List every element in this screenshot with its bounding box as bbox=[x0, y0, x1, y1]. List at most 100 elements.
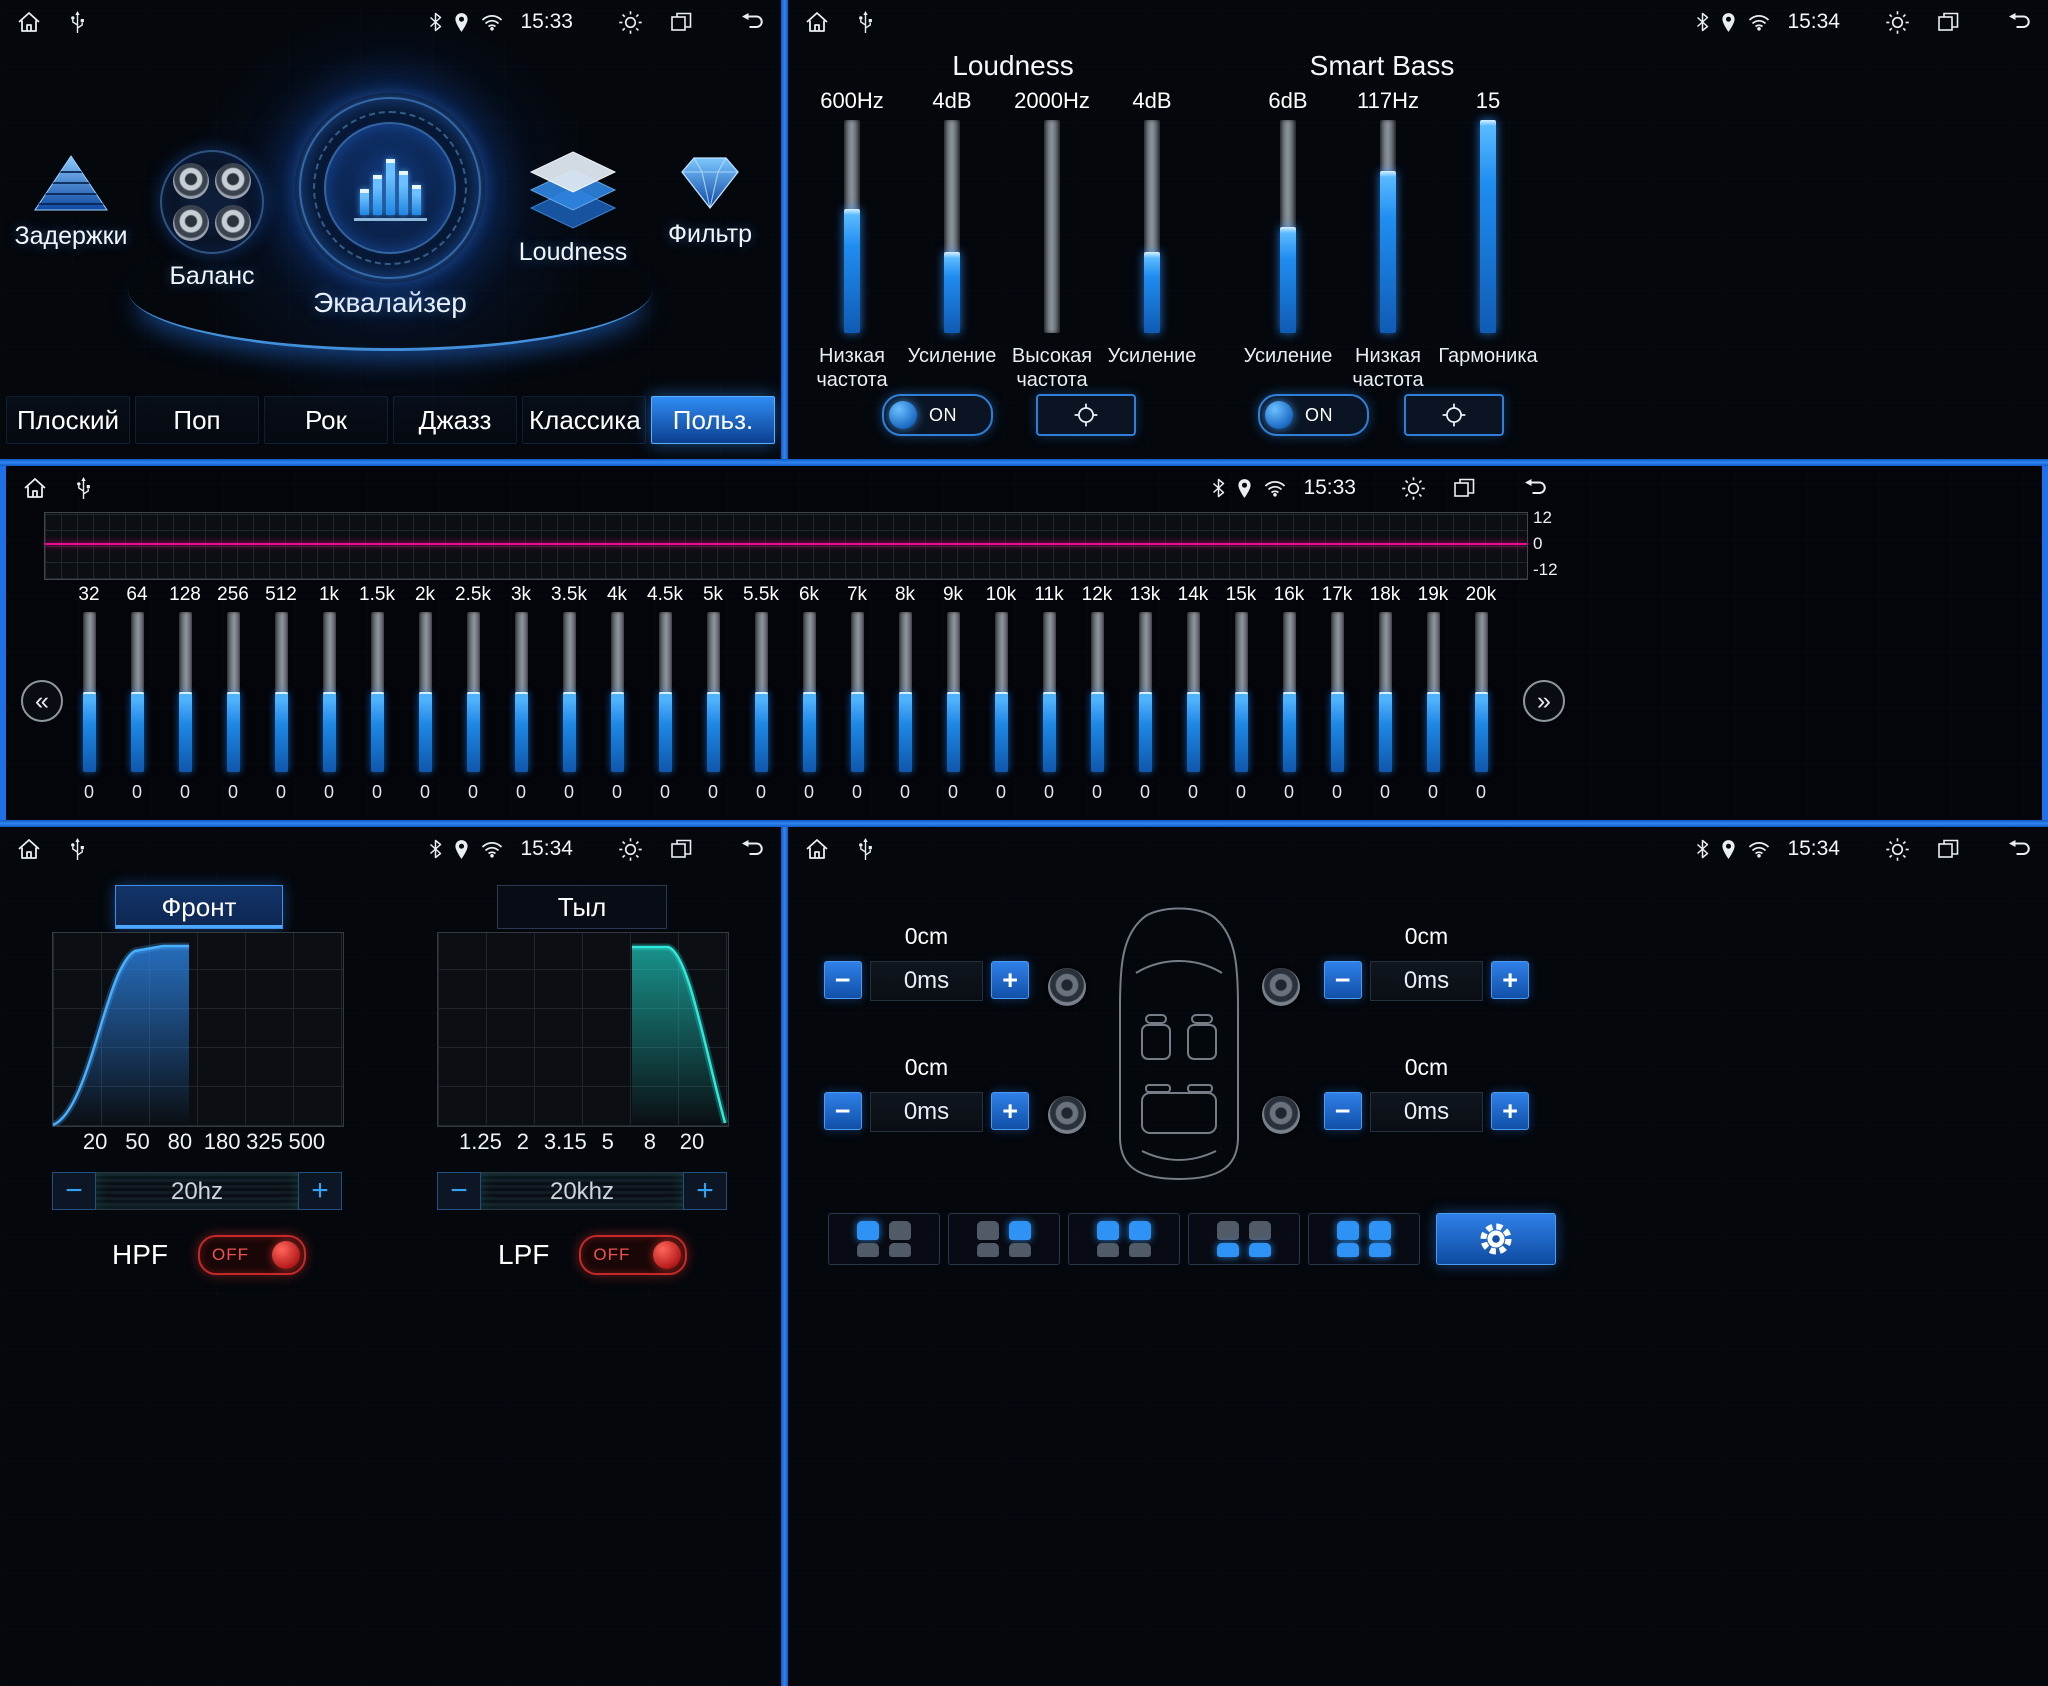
preset-button[interactable]: Плоский bbox=[6, 396, 130, 444]
brightness-icon[interactable] bbox=[1401, 476, 1426, 501]
vertical-slider[interactable]: 6dB Усиление bbox=[1242, 88, 1334, 392]
band-slider[interactable] bbox=[467, 612, 480, 772]
eq-band[interactable]: 17k 0 bbox=[1313, 584, 1361, 803]
band-slider[interactable] bbox=[515, 612, 528, 772]
band-slider[interactable] bbox=[1187, 612, 1200, 772]
back-icon[interactable] bbox=[2006, 12, 2032, 32]
delay-plus-button[interactable]: + bbox=[991, 1092, 1029, 1130]
band-slider[interactable] bbox=[1091, 612, 1104, 772]
home-icon[interactable] bbox=[16, 836, 42, 862]
eq-band[interactable]: 32 0 bbox=[65, 584, 113, 803]
band-slider[interactable] bbox=[1283, 612, 1296, 772]
band-slider[interactable] bbox=[1331, 612, 1344, 772]
eq-band[interactable]: 18k 0 bbox=[1361, 584, 1409, 803]
eq-band[interactable]: 64 0 bbox=[113, 584, 161, 803]
slider-track[interactable] bbox=[844, 120, 860, 333]
band-slider[interactable] bbox=[275, 612, 288, 772]
hpf-minus-button[interactable]: − bbox=[52, 1172, 96, 1210]
settings-button[interactable] bbox=[1436, 1213, 1556, 1265]
home-icon[interactable] bbox=[804, 9, 830, 35]
menu-item-equalizer-selected[interactable]: Эквалайзер bbox=[270, 93, 510, 319]
eq-band[interactable]: 4.5k 0 bbox=[641, 584, 689, 803]
recent-apps-icon[interactable] bbox=[669, 837, 693, 861]
band-slider[interactable] bbox=[947, 612, 960, 772]
tab-front[interactable]: Фронт bbox=[115, 885, 283, 929]
eq-band[interactable]: 2k 0 bbox=[401, 584, 449, 803]
eq-band[interactable]: 256 0 bbox=[209, 584, 257, 803]
slider-track[interactable] bbox=[1280, 120, 1296, 333]
eq-band[interactable]: 13k 0 bbox=[1121, 584, 1169, 803]
eq-band[interactable]: 3k 0 bbox=[497, 584, 545, 803]
slider-track[interactable] bbox=[944, 120, 960, 333]
smart-bass-on-toggle[interactable]: ON bbox=[1258, 394, 1369, 436]
brightness-icon[interactable] bbox=[618, 10, 643, 35]
delay-plus-button[interactable]: + bbox=[1491, 1092, 1529, 1130]
eq-band[interactable]: 128 0 bbox=[161, 584, 209, 803]
band-slider[interactable] bbox=[755, 612, 768, 772]
loudness-reset-button[interactable] bbox=[1036, 394, 1136, 436]
eq-band[interactable]: 3.5k 0 bbox=[545, 584, 593, 803]
back-icon[interactable] bbox=[2006, 839, 2032, 859]
band-slider[interactable] bbox=[227, 612, 240, 772]
brightness-icon[interactable] bbox=[1885, 10, 1910, 35]
home-icon[interactable] bbox=[22, 475, 48, 501]
band-slider[interactable] bbox=[371, 612, 384, 772]
band-slider[interactable] bbox=[1235, 612, 1248, 772]
band-slider[interactable] bbox=[707, 612, 720, 772]
listener-position-button[interactable] bbox=[828, 1213, 940, 1265]
vertical-slider[interactable]: 4dB Усиление bbox=[1106, 88, 1198, 392]
eq-band[interactable]: 12k 0 bbox=[1073, 584, 1121, 803]
eq-band[interactable]: 11k 0 bbox=[1025, 584, 1073, 803]
scroll-right-button[interactable]: » bbox=[1523, 680, 1565, 722]
band-slider[interactable] bbox=[563, 612, 576, 772]
band-slider[interactable] bbox=[1379, 612, 1392, 772]
band-slider[interactable] bbox=[1427, 612, 1440, 772]
listener-position-button[interactable] bbox=[1188, 1213, 1300, 1265]
listener-position-button[interactable] bbox=[1068, 1213, 1180, 1265]
band-slider[interactable] bbox=[419, 612, 432, 772]
band-slider[interactable] bbox=[611, 612, 624, 772]
recent-apps-icon[interactable] bbox=[669, 10, 693, 34]
band-slider[interactable] bbox=[1043, 612, 1056, 772]
vertical-slider[interactable]: 15 Гармоника bbox=[1442, 88, 1534, 392]
lpf-minus-button[interactable]: − bbox=[437, 1172, 481, 1210]
eq-band[interactable]: 9k 0 bbox=[929, 584, 977, 803]
band-slider[interactable] bbox=[803, 612, 816, 772]
vertical-slider[interactable]: 600Hz Низкая частота bbox=[806, 88, 898, 392]
eq-band[interactable]: 5k 0 bbox=[689, 584, 737, 803]
eq-band[interactable]: 16k 0 bbox=[1265, 584, 1313, 803]
slider-track[interactable] bbox=[1380, 120, 1396, 333]
eq-band[interactable]: 1.5k 0 bbox=[353, 584, 401, 803]
menu-item-loudness[interactable]: Loudness bbox=[513, 150, 633, 267]
eq-band[interactable]: 2.5k 0 bbox=[449, 584, 497, 803]
eq-band[interactable]: 512 0 bbox=[257, 584, 305, 803]
home-icon[interactable] bbox=[16, 9, 42, 35]
preset-button[interactable]: Джазз bbox=[393, 396, 517, 444]
eq-band[interactable]: 8k 0 bbox=[881, 584, 929, 803]
lpf-off-toggle[interactable]: OFF bbox=[579, 1235, 687, 1275]
band-slider[interactable] bbox=[851, 612, 864, 772]
scroll-left-button[interactable]: « bbox=[21, 680, 63, 722]
slider-track[interactable] bbox=[1480, 120, 1496, 333]
delay-minus-button[interactable]: − bbox=[824, 1092, 862, 1130]
eq-band[interactable]: 4k 0 bbox=[593, 584, 641, 803]
loudness-on-toggle[interactable]: ON bbox=[882, 394, 993, 436]
vertical-slider[interactable]: 4dB Усиление bbox=[906, 88, 998, 392]
delay-plus-button[interactable]: + bbox=[991, 961, 1029, 999]
recent-apps-icon[interactable] bbox=[1936, 837, 1960, 861]
preset-button[interactable]: Поп bbox=[135, 396, 259, 444]
preset-button[interactable]: Классика bbox=[522, 396, 646, 444]
eq-band[interactable]: 1k 0 bbox=[305, 584, 353, 803]
back-icon[interactable] bbox=[739, 12, 765, 32]
tab-rear[interactable]: Тыл bbox=[497, 885, 667, 929]
band-slider[interactable] bbox=[1139, 612, 1152, 772]
eq-band[interactable]: 7k 0 bbox=[833, 584, 881, 803]
back-icon[interactable] bbox=[1522, 478, 1548, 498]
listener-position-button[interactable] bbox=[948, 1213, 1060, 1265]
eq-band[interactable]: 15k 0 bbox=[1217, 584, 1265, 803]
listener-position-button[interactable] bbox=[1308, 1213, 1420, 1265]
band-slider[interactable] bbox=[131, 612, 144, 772]
slider-track[interactable] bbox=[1144, 120, 1160, 333]
lpf-plus-button[interactable]: + bbox=[683, 1172, 727, 1210]
recent-apps-icon[interactable] bbox=[1936, 10, 1960, 34]
